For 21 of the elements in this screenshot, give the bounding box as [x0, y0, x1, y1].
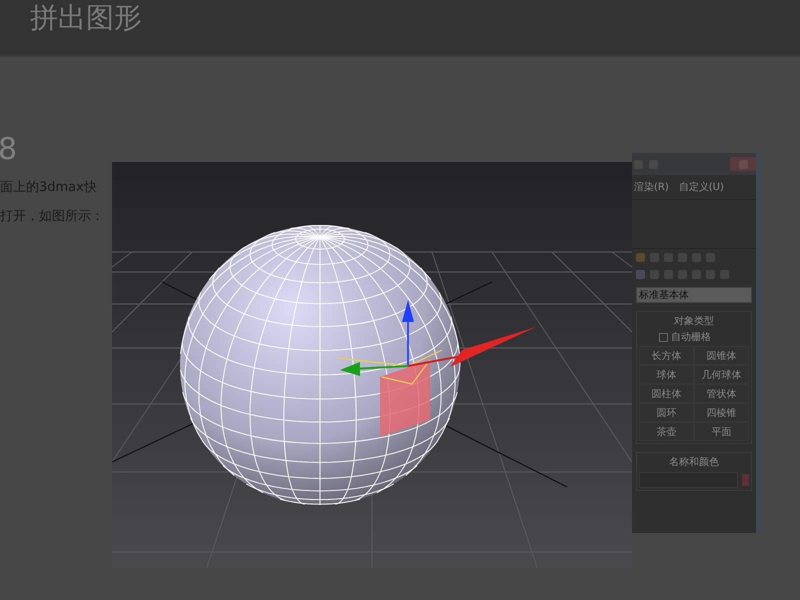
- step-number: 8: [0, 133, 18, 167]
- object-type-button[interactable]: 平面: [694, 422, 749, 441]
- object-type-button[interactable]: 管状体: [694, 384, 749, 403]
- rollout-title[interactable]: 对象类型: [674, 314, 714, 328]
- object-type-button[interactable]: 几何球体: [694, 365, 749, 384]
- checkbox[interactable]: [659, 332, 668, 342]
- object-type-button[interactable]: 圆锥体: [694, 346, 749, 365]
- menu-item[interactable]: 渲染(R): [634, 180, 669, 194]
- menu-item[interactable]: 自定义(U): [678, 180, 724, 194]
- color-swatch[interactable]: [742, 474, 749, 486]
- close-button[interactable]: [730, 157, 756, 171]
- object-type-button[interactable]: 长方体: [639, 346, 694, 365]
- rollout-title[interactable]: 名称和颜色: [669, 455, 719, 469]
- category-dropdown[interactable]: 标准基本体: [636, 287, 752, 303]
- object-type-button[interactable]: 圆环: [639, 403, 694, 422]
- object-type-button[interactable]: 球体: [639, 365, 694, 384]
- object-type-button[interactable]: 圆柱体: [639, 384, 694, 403]
- checkbox-label: 自动栅格: [671, 330, 711, 344]
- object-type-button[interactable]: 四棱锥: [694, 403, 749, 422]
- object-type-button[interactable]: 茶壶: [639, 422, 694, 441]
- page-title: 拼出图形: [30, 2, 142, 34]
